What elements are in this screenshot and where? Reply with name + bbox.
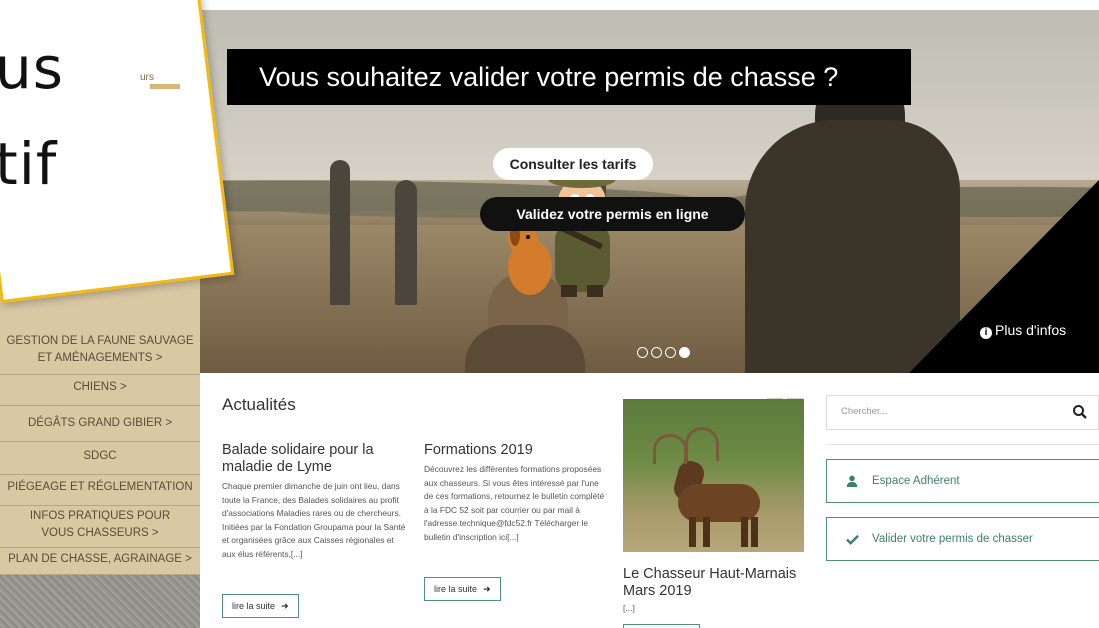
hero-person — [395, 180, 417, 305]
hero-person — [330, 160, 350, 305]
deer-leg — [751, 517, 758, 547]
read-more-button[interactable]: lire la suite ➜ — [424, 577, 501, 601]
user-icon — [845, 474, 859, 488]
news-heading: Actualités — [222, 395, 296, 414]
article-title[interactable]: Formations 2019 — [424, 442, 607, 459]
note-text-line1: us — [0, 34, 64, 102]
hero-slider: Vous souhaitez valider votre permis de c… — [200, 10, 1099, 373]
search-box[interactable]: Chercher... — [826, 395, 1099, 430]
search-icon[interactable] — [1072, 404, 1088, 420]
sidebar-item-label: GESTION DE LA FAUNE SAUVAGE ET AMÉNAGEME… — [6, 334, 194, 364]
deer-antler — [685, 427, 719, 461]
hero-corner-overlay — [909, 180, 1099, 373]
espace-adherent-button[interactable]: Espace Adhérent — [826, 459, 1099, 503]
arrow-right-icon: ➜ — [281, 601, 289, 611]
sidebar-item-label: INFOS PRATIQUES POUR VOUS CHASSEURS > — [29, 509, 171, 539]
note-text-line2: tif — [0, 130, 58, 198]
deer-leg — [703, 517, 710, 547]
article-excerpt: [...] — [623, 603, 635, 613]
slider-dot[interactable] — [665, 347, 676, 358]
deer-leg — [689, 517, 696, 547]
plus-infos-label: Plus d'infos — [995, 322, 1067, 338]
read-more-button[interactable]: lire la suite ➜ — [222, 594, 299, 618]
site-logo-fragment: urs — [140, 72, 154, 83]
slider-dots — [637, 347, 690, 358]
article-title[interactable]: Le Chasseur Haut-Marnais Mars 2019 — [623, 566, 813, 600]
sidebar-item-degats[interactable]: DÉGÂTS GRAND GIBIER > — [0, 406, 200, 442]
sidebar-item-label: DÉGÂTS GRAND GIBIER > — [27, 417, 173, 429]
consulter-tarifs-button[interactable]: Consulter les tarifs — [493, 148, 653, 180]
info-icon: i — [980, 327, 992, 339]
sidebar-item-label: PLAN DE CHASSE, AGRAINAGE > — [8, 553, 192, 565]
valider-permis-chasser-label: Valider votre permis de chasser — [872, 533, 1033, 545]
deer-leg — [741, 517, 748, 547]
arrow-right-icon: ➜ — [483, 584, 491, 594]
sidebar-item-chiens[interactable]: CHIENS > — [0, 370, 200, 406]
search-input[interactable]: Chercher... — [841, 406, 887, 417]
check-icon — [845, 532, 859, 546]
slider-dot[interactable] — [637, 347, 648, 358]
sidebar-item-label: PIÉGEAGE ET RÉGLEMENTATION — [7, 481, 193, 493]
news-article-formations: Formations 2019 Découvrez les différente… — [424, 442, 607, 544]
sidebar-item-gestion-faune[interactable]: GESTION DE LA FAUNE SAUVAGE ET AMÉNAGEME… — [0, 325, 200, 375]
read-more-label: lire la suite — [434, 584, 478, 594]
site-logo-bar — [150, 84, 180, 89]
news-article-lyme: Balade solidaire pour la maladie de Lyme… — [222, 442, 407, 561]
valider-permis-button[interactable]: Validez votre permis en ligne — [480, 197, 745, 231]
article-excerpt: Chaque premier dimanche de juin ont lieu… — [222, 481, 406, 559]
hero-boy-body — [465, 325, 585, 373]
plus-infos-link[interactable]: i Plus d'infos — [980, 322, 1066, 339]
read-more-button[interactable] — [623, 624, 700, 628]
deer-antler — [653, 434, 687, 464]
sidebar-photo — [0, 575, 200, 628]
page: GESTION DE LA FAUNE SAUVAGE ET AMÉNAGEME… — [0, 0, 1099, 628]
sidebar-item-label: CHIENS > — [73, 381, 127, 393]
valider-permis-chasser-button[interactable]: Valider votre permis de chasser — [826, 517, 1099, 561]
article-title[interactable]: Balade solidaire pour la maladie de Lyme — [222, 442, 407, 476]
sidebar-item-plan-chasse[interactable]: PLAN DE CHASSE, AGRAINAGE > — [0, 545, 200, 575]
deer-photo[interactable] — [623, 399, 804, 552]
espace-adherent-label: Espace Adhérent — [872, 475, 960, 487]
hero-banner: Vous souhaitez valider votre permis de c… — [227, 49, 911, 105]
sidebar-item-infos-pratiques[interactable]: INFOS PRATIQUES POUR VOUS CHASSEURS > — [0, 502, 200, 548]
sidebar-item-piegeage[interactable]: PIÉGEAGE ET RÉGLEMENTATION — [0, 470, 200, 506]
slider-dot[interactable] — [651, 347, 662, 358]
divider — [826, 444, 1099, 445]
slider-dot-active[interactable] — [679, 347, 690, 358]
article-excerpt: Découvrez les différentes formations pro… — [424, 464, 605, 542]
sidebar-item-label: SDGC — [83, 450, 117, 462]
read-more-label: lire la suite — [232, 601, 276, 611]
